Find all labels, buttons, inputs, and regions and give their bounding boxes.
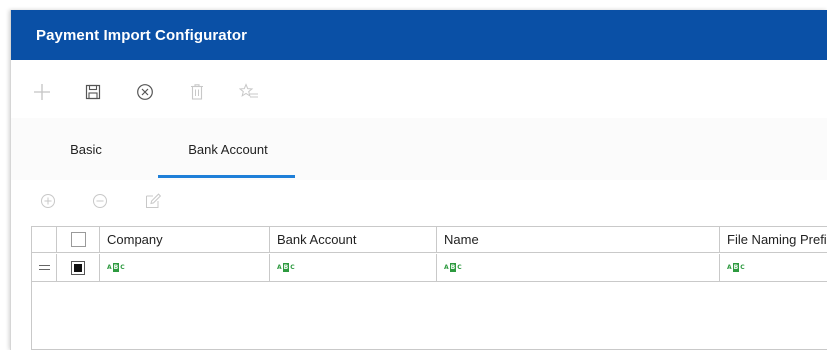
row-select-cell [57,254,100,281]
tab-basic-label: Basic [70,141,102,157]
select-all-checkbox[interactable] [70,232,86,247]
tab-bar: Basic Bank Account [11,118,827,180]
text-type-icon: ABC [277,263,295,272]
title-bar: Payment Import Configurator [11,10,827,60]
cell-bank-account[interactable]: ABC [270,254,437,281]
active-tab-indicator [158,175,295,178]
remove-row-button[interactable] [89,190,111,212]
column-header-company[interactable]: Company [100,227,270,252]
cancel-button[interactable] [133,80,157,104]
cell-company[interactable]: ABC [100,254,270,281]
plus-icon [34,84,50,100]
main-toolbar [11,70,827,116]
minus-circle-icon [93,194,107,208]
drag-handle-icon[interactable] [38,265,50,270]
configurator-window: Payment Import Configurator Basic Bank A… [10,10,827,350]
text-type-icon: ABC [444,263,462,272]
table-row[interactable]: ABC ABC ABC ABC [32,254,827,282]
save-icon [85,84,101,100]
edit-row-button[interactable] [142,190,164,212]
grid-header-row: Company Bank Account Name File Naming Pr… [32,227,827,253]
row-drag-cell [32,254,57,281]
header-drag-cell [32,227,57,252]
bank-account-grid: Company Bank Account Name File Naming Pr… [31,226,827,350]
add-button[interactable] [30,80,54,104]
cell-file-naming-prefix[interactable]: ABC [720,254,827,281]
row-checkbox[interactable] [71,260,85,275]
add-row-button[interactable] [37,190,59,212]
favorite-button[interactable] [237,80,261,104]
edit-icon [146,193,162,208]
column-header-file-naming-prefix[interactable]: File Naming Prefix [720,227,827,252]
tab-bank-account[interactable]: Bank Account [159,118,297,180]
close-circle-icon [137,84,153,100]
star-list-icon [239,83,258,98]
save-button[interactable] [81,80,105,104]
tab-basic[interactable]: Basic [51,118,121,180]
column-header-bank-account[interactable]: Bank Account [270,227,437,252]
grid-toolbar [11,182,827,218]
delete-button[interactable] [185,80,209,104]
tab-bank-account-label: Bank Account [188,141,268,157]
plus-circle-icon [41,194,55,208]
cell-name[interactable]: ABC [437,254,720,281]
header-select-cell [57,227,100,252]
text-type-icon: ABC [107,263,125,272]
window-title: Payment Import Configurator [36,26,248,44]
column-header-name[interactable]: Name [437,227,720,252]
text-type-icon: ABC [727,263,745,272]
trash-icon [191,84,203,100]
